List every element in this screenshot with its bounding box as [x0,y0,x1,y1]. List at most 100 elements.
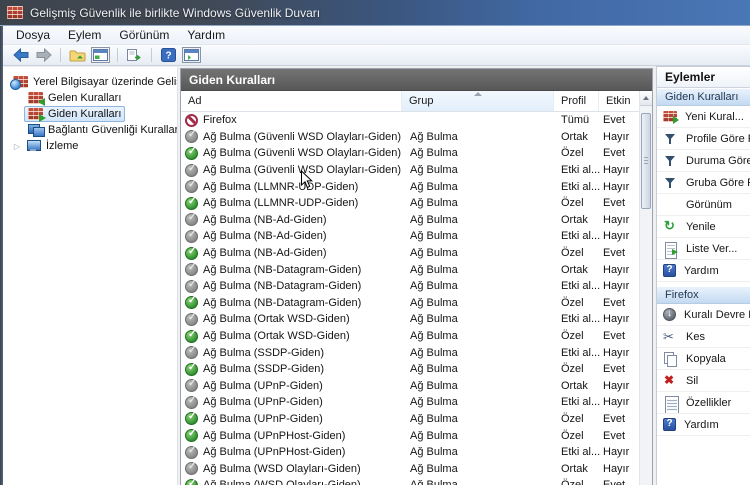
table-row[interactable]: Ağ Bulma (Ortak WSD-Giden) Ağ Bulma Etki a… [181,311,639,328]
action-label: Özellikler [686,396,732,409]
menu-görünüm[interactable]: Görünüm [110,26,178,44]
table-row[interactable]: Ağ Bulma (NB-Ad-Giden) Ağ Bulma Ortak Hayır [181,212,639,229]
column-header-group[interactable]: Grup [402,91,554,111]
scrollbar-thumb[interactable] [641,113,651,209]
action-yardım[interactable]: Yardım [657,260,750,282]
action-yenile[interactable]: Yenile [657,216,750,238]
cell-name: Ağ Bulma (UPnP-Giden) [181,395,402,409]
cell-name: Ağ Bulma (Güvenli WSD Olayları-Giden) [181,146,402,160]
table-row[interactable]: Ağ Bulma (Ortak WSD-Giden) Ağ Bulma Özel Ev… [181,328,639,345]
table-row[interactable]: Ağ Bulma (SSDP-Giden) Ağ Bulma Özel Evet [181,361,639,378]
table-row[interactable]: Ağ Bulma (WSD Olayları-Giden) Ağ BulmaÖze… [181,477,639,485]
rule-name-text: Ağ Bulma (SSDP-Giden) [203,363,325,376]
column-header-name[interactable]: Ad [181,91,402,111]
table-row[interactable]: Ağ Bulma (LLMNR-UDP-Giden) Ağ Bulma Etki a… [181,178,639,195]
cell-group: Ağ Bulma [410,429,458,442]
back-button[interactable] [10,46,31,65]
table-row[interactable]: Ağ Bulma (UPnP-Giden) Ağ Bulma Özel Evet [181,411,639,428]
scrollbar-up-arrow-icon[interactable] [640,91,652,106]
cell-name: Ağ Bulma (Ortak WSD-Giden) [181,312,402,326]
action-pane-icon [182,47,201,63]
cell-enabled: Evet [603,114,626,127]
table-row[interactable]: Ağ Bulma (WSD Olayları-Giden) Ağ Bulma Ort… [181,460,639,477]
table-row[interactable]: Ağ Bulma (Güvenli WSD Olayları-Giden) Ağ … [181,145,639,162]
rule-name-text: Ağ Bulma (Güvenli WSD Olayları-Giden) [203,147,402,160]
cell-profile: Etki al... [561,346,601,359]
action-liste-ver-[interactable]: Liste Ver... [657,238,750,260]
table-row[interactable]: Ağ Bulma (Güvenli WSD Olayları-Giden) Ağ … [181,129,639,146]
action-görünüm[interactable]: Görünüm [657,194,750,216]
inbound-rules-icon [28,92,45,106]
table-row[interactable]: Ağ Bulma (SSDP-Giden) Ağ Bulma Etki al...H… [181,344,639,361]
folder-up-button[interactable] [67,46,88,65]
table-row[interactable]: Ağ Bulma (UPnP-Giden) Ağ Bulma Etki al...H… [181,394,639,411]
action-sil[interactable]: Sil [657,370,750,392]
cell-profile: Etki al... [561,230,601,243]
table-row[interactable]: Ağ Bulma (NB-Datagram-Giden) Ağ Bulma Etki… [181,278,639,295]
column-header-enabled[interactable]: Etkin [599,91,639,111]
cell-enabled: Evet [603,247,626,260]
action-yardım[interactable]: Yardım [657,414,750,436]
tree-item-giden-kurallar-[interactable]: Giden Kuralları [3,106,177,122]
rule-name-text: Ağ Bulma (NB-Ad-Giden) [203,213,327,226]
rules-panel: Giden Kuralları Ad Grup Profil Etkin Firefo… [180,68,653,485]
actions-section-header: Giden Kuralları [657,89,750,106]
cell-group: Ağ Bulma [410,197,458,210]
tree-item-root[interactable]: Yerel Bilgisayar üzerinde Gelişm [3,74,177,90]
filter-icon [663,176,678,190]
cell-enabled: Hayır [603,280,630,293]
action-özellikler[interactable]: Özellikler [657,392,750,414]
menu-dosya[interactable]: Dosya [7,26,59,44]
table-row[interactable]: Ağ Bulma (NB-Datagram-Giden) Ağ Bulma Özel… [181,295,639,312]
table-row[interactable]: Ağ Bulma (UPnPHost-Giden) Ağ Bulma Etki al… [181,444,639,461]
table-row[interactable]: Ağ Bulma (NB-Ad-Giden) Ağ Bulma Etki al...… [181,228,639,245]
cell-profile: Özel [561,247,584,260]
cell-group: Ağ Bulma [410,213,458,226]
action-kes[interactable]: Kes [657,326,750,348]
forward-button[interactable] [33,46,54,65]
table-row[interactable]: Ağ Bulma (UPnP-Giden) Ağ Bulma Ortak Hayır [181,378,639,395]
help-icon: ? [161,48,176,62]
action-gruba-göre-fil[interactable]: Gruba Göre Fil [657,172,750,194]
cell-profile: Tümü [561,114,590,127]
action-label: Duruma Göre F [686,154,750,167]
expand-arrow-icon[interactable]: ▷ [12,142,22,151]
tree-item-ba-lant-g-venli-i-kurallar-[interactable]: Bağlantı Güvenliği Kuralları [3,122,177,138]
cell-enabled: Hayır [603,446,630,459]
rule-disabled-icon [185,312,198,326]
rule-disabled-icon [185,130,198,144]
cell-name: Ağ Bulma (NB-Ad-Giden) [181,246,402,260]
action-yeni-kural-[interactable]: Yeni Kural... [657,106,750,128]
table-row[interactable]: Firefox Tümü Evet [181,112,639,129]
tree-item-gelen-kurallar-[interactable]: Gelen Kuralları [3,90,177,106]
rule-disabled-icon [185,395,198,409]
table-row[interactable]: Ağ Bulma (NB-Ad-Giden) Ağ Bulma Özel Evet [181,245,639,262]
cell-name: Ağ Bulma (WSD Olayları-Giden) [181,478,402,485]
action-kuralı-devre-dı[interactable]: Kuralı Devre Dı [657,304,750,326]
action-kopyala[interactable]: Kopyala [657,348,750,370]
action-profile-göre-fil[interactable]: Profile Göre Fil [657,128,750,150]
rule-disabled-icon [185,462,198,476]
cell-profile: Özel [561,147,584,160]
tree-item-label: Yerel Bilgisayar üzerinde Gelişm [9,74,177,90]
list-scrollbar[interactable] [639,91,652,485]
table-row[interactable]: Ağ Bulma (Güvenli WSD Olayları-Giden) Ağ … [181,162,639,179]
export-list-button[interactable] [124,46,145,65]
table-row[interactable]: Ağ Bulma (LLMNR-UDP-Giden) Ağ Bulma Özel Ev… [181,195,639,212]
window-title: Gelişmiş Güvenlik ile birlikte Windows G… [30,5,321,20]
cell-group: Ağ Bulma [410,462,458,475]
rule-name-text: Ağ Bulma (UPnP-Giden) [203,412,323,425]
column-header-profile[interactable]: Profil [554,91,599,111]
console-tree-button[interactable] [90,46,111,65]
table-row[interactable]: Ağ Bulma (NB-Datagram-Giden) Ağ Bulma Orta… [181,261,639,278]
menu-yardım[interactable]: Yardım [178,26,234,44]
action-pane-button[interactable] [181,46,202,65]
action-label: Liste Ver... [686,242,738,255]
table-row[interactable]: Ağ Bulma (UPnPHost-Giden) Ağ Bulma Özel Eve… [181,427,639,444]
menu-eylem[interactable]: Eylem [59,26,110,44]
actions-panel: Eylemler Giden Kuralları Yeni Kural... Pro… [656,66,750,485]
action-duruma-göre-f[interactable]: Duruma Göre F [657,150,750,172]
help-button[interactable]: ? [158,46,179,65]
tree-item-i-zleme[interactable]: ▷ İzleme [3,138,177,154]
cell-enabled: Hayır [603,230,630,243]
